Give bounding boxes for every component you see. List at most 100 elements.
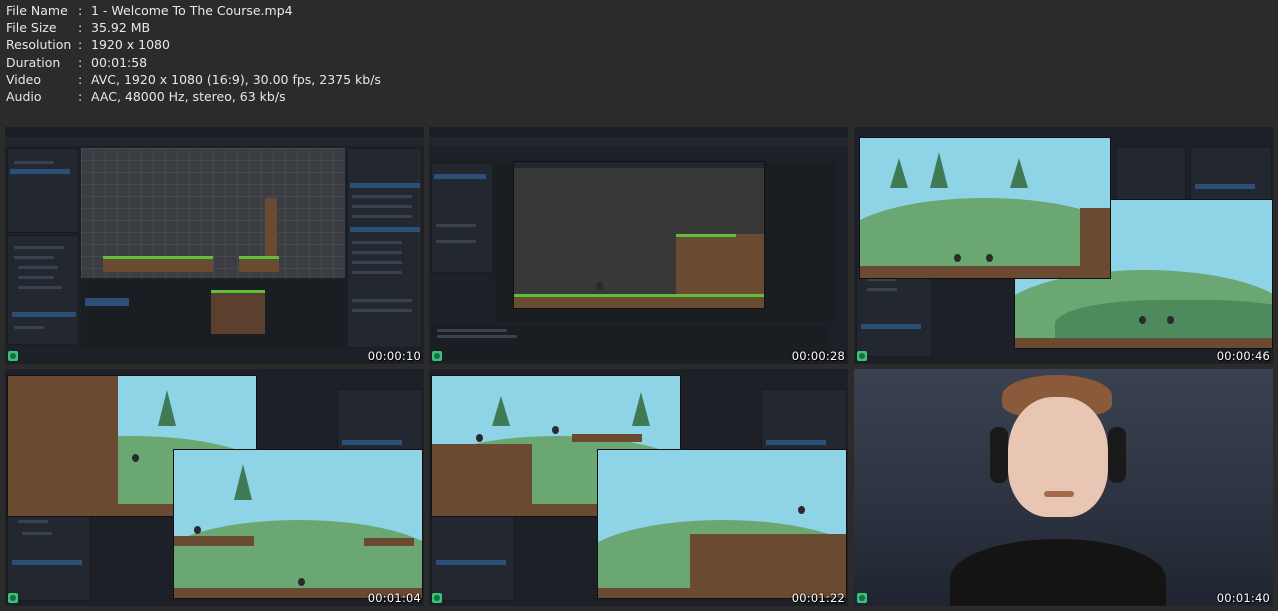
dirt-pillar [1080, 208, 1110, 268]
filesystem-panel [431, 509, 515, 601]
selected-file [12, 312, 76, 317]
player-character [298, 578, 305, 586]
thumbnail-3[interactable]: 00:00:46 [854, 127, 1273, 364]
ground [514, 296, 764, 308]
ground [860, 266, 1110, 278]
video-badge-icon [432, 351, 442, 361]
player-character [1167, 316, 1174, 324]
timestamp: 00:00:10 [367, 349, 421, 363]
tree [890, 158, 908, 188]
video-badge-icon [432, 593, 442, 603]
inspector-panel [347, 148, 422, 348]
thumbnail-grid: 00:00:10 00:00:28 00:00:46 00:01:04 00:0… [5, 127, 1273, 607]
inspector-row [352, 271, 402, 274]
platform [364, 538, 414, 546]
dirt-hill [676, 234, 764, 298]
info-value: 00:01:58 [91, 54, 148, 70]
2d-viewport[interactable] [81, 148, 345, 278]
info-row-audio: Audio : AAC, 48000 Hz, stereo, 63 kb/s [6, 88, 381, 105]
timestamp: 00:00:28 [791, 349, 845, 363]
tile-platform [103, 258, 213, 272]
script-list-panel [431, 163, 493, 273]
info-colon: : [78, 3, 83, 18]
thumbnail-6[interactable]: 00:01:40 [854, 369, 1273, 606]
info-colon: : [78, 54, 83, 70]
game-window-2[interactable] [173, 449, 423, 599]
filesystem-panel [7, 509, 91, 601]
video-badge-icon [8, 351, 18, 361]
tree-row [14, 246, 64, 249]
tree [1010, 158, 1028, 188]
info-key: Video [6, 71, 42, 87]
tileset-item [85, 298, 129, 306]
info-colon: : [78, 71, 83, 87]
info-key: Duration [6, 54, 61, 70]
file-info: File Name : 1 - Welcome To The Course.mp… [6, 2, 381, 105]
info-key: File Size [6, 20, 57, 36]
tree-row [22, 532, 52, 535]
inspector-row [352, 251, 402, 254]
tree-row [14, 161, 54, 164]
player-character [596, 282, 603, 290]
thumbnail-5[interactable]: 00:01:22 [429, 369, 848, 606]
tile-grass [239, 256, 279, 259]
tileset-panel [81, 280, 345, 348]
list-row [436, 224, 476, 227]
tileset-preview [211, 290, 265, 334]
game-window-1[interactable] [859, 137, 1111, 279]
editor-toolbar [5, 137, 424, 146]
thumbnail-2[interactable]: 00:00:28 [429, 127, 848, 364]
inspector-section [350, 227, 420, 232]
info-row-video: Video : AVC, 1920 x 1080 (16:9), 30.00 f… [6, 71, 381, 88]
tree-row [18, 286, 62, 289]
selected-script [434, 174, 486, 179]
inspector-row [352, 309, 412, 312]
editor-menubar [5, 127, 424, 137]
info-value: AAC, 48000 Hz, stereo, 63 kb/s [91, 89, 286, 105]
output-line [437, 335, 517, 338]
game-window-2[interactable] [597, 449, 847, 599]
tree [930, 152, 948, 188]
moustache [1044, 491, 1074, 497]
tree [492, 396, 510, 426]
video-badge-icon [8, 593, 18, 603]
inspector-row [352, 205, 412, 208]
tile-platform [239, 258, 279, 272]
selected-file [436, 560, 506, 565]
player-character [132, 454, 139, 462]
info-value: 35.92 MB [91, 20, 151, 36]
tileset-grass [211, 290, 265, 293]
inspector-row [352, 215, 412, 218]
thumbnail-4[interactable]: 00:01:04 [5, 369, 424, 606]
info-colon: : [78, 37, 83, 53]
tree-row [14, 256, 54, 259]
player-character [986, 254, 993, 262]
inspector-section [1195, 184, 1255, 189]
game-window-titlebar [514, 162, 764, 168]
tile-grass [103, 256, 213, 259]
inspector-section [766, 440, 826, 445]
platform [174, 536, 254, 546]
timestamp: 00:01:22 [791, 591, 845, 605]
editor-menubar [429, 127, 848, 137]
timestamp: 00:00:46 [1216, 349, 1270, 363]
info-colon: : [78, 20, 83, 36]
info-row-file-name: File Name : 1 - Welcome To The Course.mp… [6, 2, 381, 19]
inspector-row [352, 195, 412, 198]
player-character [552, 426, 559, 434]
output-line [437, 329, 507, 332]
info-value: AVC, 1920 x 1080 (16:9), 30.00 fps, 2375… [91, 71, 381, 87]
game-window[interactable] [513, 161, 765, 309]
info-value: 1920 x 1080 [91, 37, 170, 53]
scene-panel [7, 148, 79, 233]
inspector-section [350, 183, 420, 188]
output-panel [431, 325, 827, 361]
thumbnail-1[interactable]: 00:00:10 [5, 127, 424, 364]
ground-grass [514, 294, 764, 297]
dirt-wall [8, 376, 118, 516]
headphone-left [990, 427, 1008, 483]
tree [234, 464, 252, 500]
inspector-row [352, 241, 402, 244]
list-row [436, 240, 476, 243]
headphone-right [1108, 427, 1126, 483]
